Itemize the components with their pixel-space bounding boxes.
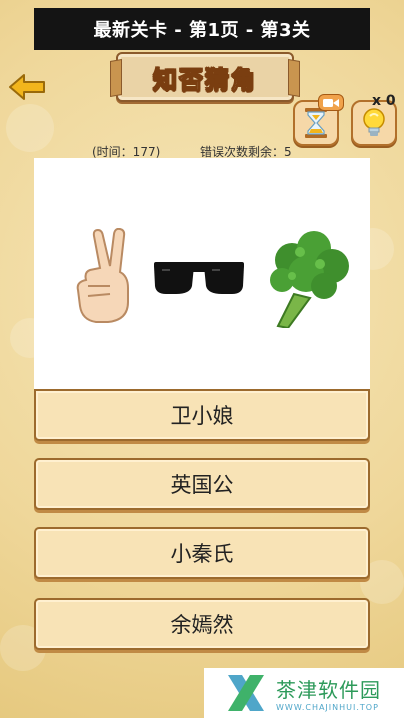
answer-option-2[interactable]: 英国公 [34,458,370,510]
answer-option-3[interactable]: 小秦氏 [34,527,370,579]
sunglasses-icon [154,262,244,294]
level-info-bar: 最新关卡 - 第1页 - 第3关 [34,8,370,50]
watermark-url: WWW.CHAJINHUI.TOP [276,703,379,712]
watermark-name: 茶津软件园 [276,678,381,702]
back-button[interactable] [8,72,48,102]
hint-count: x 0 [372,93,396,109]
answer-option-4[interactable]: 余嫣然 [34,598,370,650]
victory-hand-icon [76,228,129,323]
game-title: 知否猜角 [153,65,257,94]
hourglass-icon [305,108,327,138]
game-title-plaque: 知否猜角 [116,52,294,102]
video-icon [318,94,344,111]
site-logo-icon [228,675,264,711]
broccoli-icon [270,231,349,328]
site-watermark: 茶津软件园 WWW.CHAJINHUI.TOP [204,668,404,718]
back-arrow-icon [9,74,45,100]
level-info-text: 最新关卡 - 第1页 - 第3关 [93,20,311,41]
answer-option-1[interactable]: 卫小娘 [34,389,370,441]
emoji-row [76,228,349,328]
lightbulb-icon [363,108,385,136]
